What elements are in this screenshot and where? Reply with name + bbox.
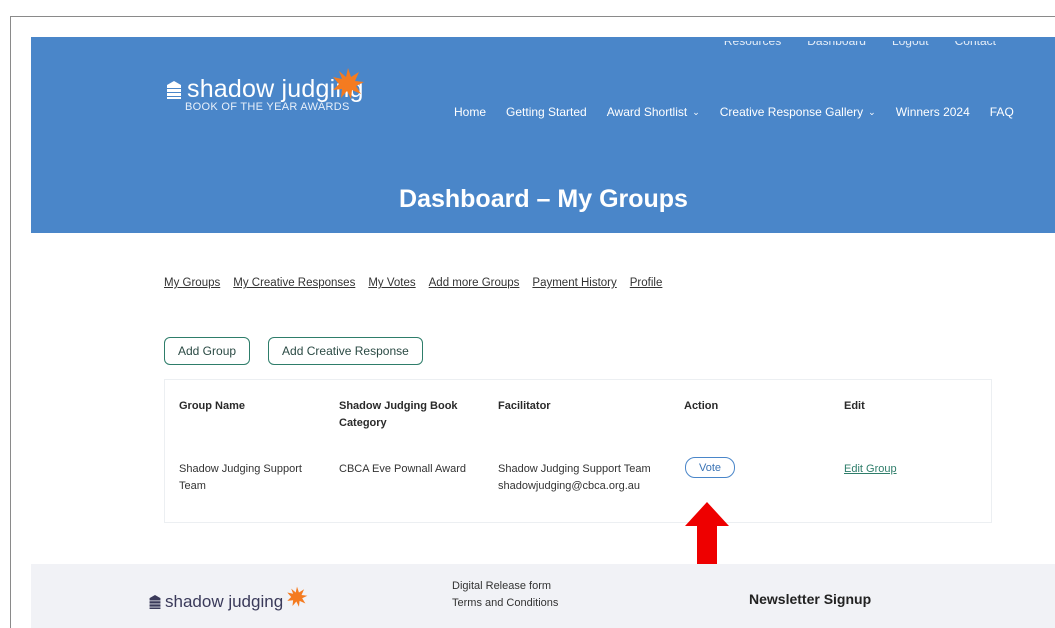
- facilitator-email: shadowjudging@cbca.org.au: [498, 480, 641, 492]
- nav-getting-started-label: Getting Started: [506, 105, 587, 119]
- header-edit: Edit: [844, 400, 865, 412]
- browser-frame: Resources Dashboard Logout Contact shado…: [10, 16, 1055, 628]
- site-header: Resources Dashboard Logout Contact shado…: [31, 37, 1055, 233]
- top-nav-logout[interactable]: Logout: [892, 41, 929, 49]
- tab-my-votes[interactable]: My Votes: [368, 277, 415, 289]
- tab-my-groups[interactable]: My Groups: [164, 277, 220, 289]
- nav-creative-response-gallery-label: Creative Response Gallery: [719, 105, 864, 119]
- header-category: Shadow Judging Book Category: [339, 398, 458, 432]
- cell-group-name: Shadow Judging Support Team: [179, 461, 302, 495]
- header-action: Action: [684, 400, 719, 412]
- header-group-name: Group Name: [179, 400, 246, 412]
- site-logo[interactable]: shadow judging BOOK OF THE YEAR AWARDS: [165, 68, 364, 113]
- footer-link-digital-release[interactable]: Digital Release form: [452, 578, 558, 595]
- header-category-line2: Category: [339, 417, 387, 429]
- page-title: Dashboard – My Groups: [399, 185, 688, 213]
- site-footer: shadow judging Digital Release form Term…: [31, 564, 1055, 628]
- book-stack-icon: [149, 595, 161, 609]
- edit-group-link[interactable]: Edit Group: [844, 463, 897, 475]
- top-nav-contact[interactable]: Contact: [955, 41, 996, 49]
- tab-profile[interactable]: Profile: [630, 277, 663, 289]
- tab-my-creative-responses[interactable]: My Creative Responses: [233, 277, 355, 289]
- dashboard-tabs: My Groups My Creative Responses My Votes…: [164, 277, 662, 289]
- action-buttons: Add Group Add Creative Response: [164, 337, 423, 365]
- footer-links: Digital Release form Terms and Condition…: [452, 578, 558, 612]
- nav-home[interactable]: Home: [454, 105, 486, 119]
- starburst-icon: [333, 68, 364, 99]
- main-nav: Home Getting Started Award Shortlist ⌄ Cr…: [454, 105, 1014, 119]
- groups-table: Group Name Shadow Judging Book Category …: [164, 379, 992, 523]
- cell-group-name-line1: Shadow Judging Support: [179, 463, 302, 475]
- tab-payment-history[interactable]: Payment History: [532, 277, 616, 289]
- header-facilitator: Facilitator: [498, 400, 551, 412]
- tab-add-more-groups[interactable]: Add more Groups: [429, 277, 520, 289]
- cell-group-name-line2: Team: [179, 480, 206, 492]
- nav-award-shortlist-label: Award Shortlist: [606, 105, 688, 119]
- nav-home-label: Home: [454, 105, 487, 119]
- chevron-down-icon: ⌄: [692, 106, 700, 117]
- add-creative-response-button[interactable]: Add Creative Response: [268, 337, 423, 365]
- chevron-down-icon: ⌄: [868, 106, 876, 117]
- newsletter-heading: Newsletter Signup: [749, 591, 872, 607]
- footer-link-terms[interactable]: Terms and Conditions: [452, 595, 558, 612]
- header-category-line1: Shadow Judging Book: [339, 400, 458, 412]
- cell-category: CBCA Eve Pownall Award: [339, 463, 466, 475]
- nav-getting-started[interactable]: Getting Started: [506, 105, 587, 119]
- logo-subtitle: BOOK OF THE YEAR AWARDS: [185, 101, 350, 113]
- top-nav: Resources Dashboard Logout Contact: [724, 41, 996, 49]
- footer-logo-wordmark: shadow judging: [165, 592, 284, 611]
- red-arrow-annotation: [685, 502, 729, 564]
- nav-winners-label: Winners 2024: [895, 105, 970, 119]
- nav-creative-response-gallery[interactable]: Creative Response Gallery ⌄: [720, 105, 876, 119]
- starburst-icon: [287, 586, 308, 607]
- facilitator-name: Shadow Judging Support Team: [498, 463, 651, 475]
- book-stack-icon: [167, 80, 181, 99]
- top-nav-dashboard[interactable]: Dashboard: [807, 41, 866, 49]
- vote-button[interactable]: Vote: [685, 457, 735, 478]
- nav-faq[interactable]: FAQ: [990, 105, 1014, 119]
- nav-award-shortlist[interactable]: Award Shortlist ⌄: [607, 105, 700, 119]
- nav-faq-label: FAQ: [989, 105, 1014, 119]
- nav-winners-2024[interactable]: Winners 2024: [896, 105, 970, 119]
- cell-facilitator: Shadow Judging Support Team shadowjudgin…: [498, 461, 651, 495]
- footer-logo[interactable]: shadow judging: [148, 586, 308, 612]
- add-group-button[interactable]: Add Group: [164, 337, 251, 365]
- top-nav-resources[interactable]: Resources: [724, 41, 781, 49]
